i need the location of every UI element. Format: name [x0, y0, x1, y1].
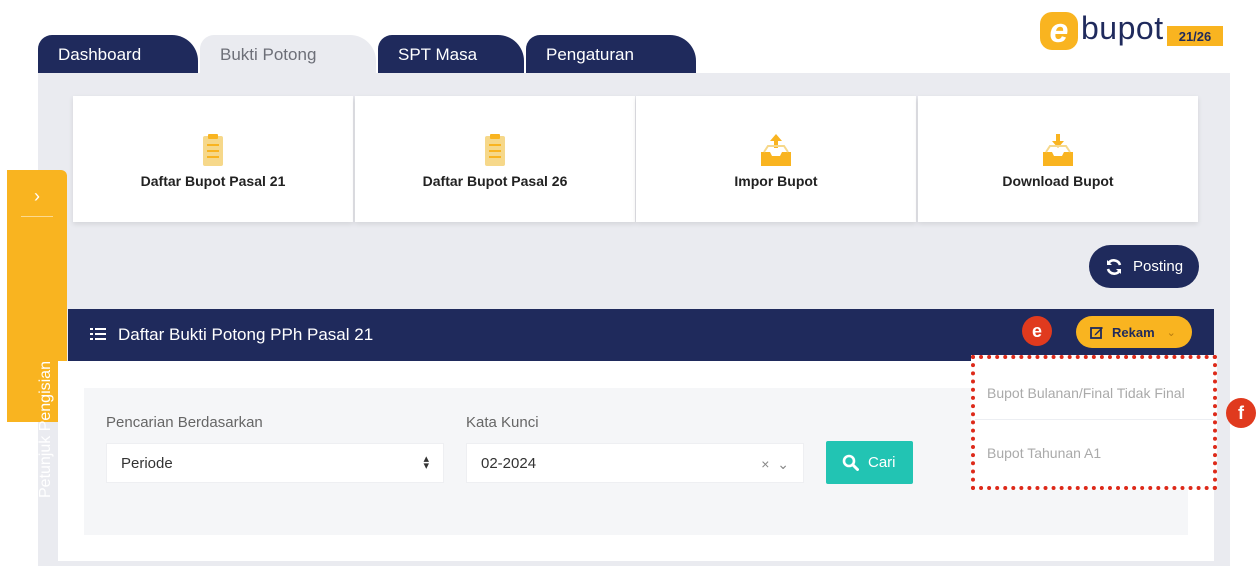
- menu-item-bupot-bulanan[interactable]: Bupot Bulanan/Final Tidak Final: [987, 385, 1185, 401]
- divider: [21, 216, 53, 217]
- card-label: Impor Bupot: [734, 173, 818, 189]
- annotation-badge-f: f: [1226, 398, 1256, 428]
- search-by-label: Pencarian Berdasarkan: [106, 414, 263, 431]
- tab-bukti-potong[interactable]: Bukti Potong: [200, 35, 376, 75]
- clear-icon[interactable]: ×: [761, 456, 769, 472]
- card-daftar-bupot-26[interactable]: Daftar Bupot Pasal 26: [355, 96, 635, 222]
- sort-arrows-icon: ▴ ▾: [423, 453, 429, 472]
- rekam-button[interactable]: Rekam ⌄: [1076, 316, 1192, 348]
- posting-button[interactable]: Posting: [1089, 245, 1199, 288]
- clipboard-icon: [203, 134, 223, 166]
- logo-mark: e: [1040, 12, 1078, 50]
- tab-spt-masa[interactable]: SPT Masa: [378, 35, 524, 75]
- refresh-icon: [1106, 258, 1122, 275]
- card-label: Download Bupot: [1002, 173, 1114, 189]
- tab-dashboard[interactable]: Dashboard: [38, 35, 198, 75]
- search-icon: [842, 454, 859, 471]
- logo-badge: 21/26: [1167, 26, 1223, 46]
- annotation-badge-e: e: [1022, 316, 1052, 346]
- posting-label: Posting: [1133, 258, 1184, 275]
- card-label: Daftar Bupot Pasal 26: [422, 173, 568, 189]
- edit-icon: [1090, 327, 1103, 339]
- keyword-controls: × ⌄: [761, 456, 789, 473]
- card-daftar-bupot-21[interactable]: Daftar Bupot Pasal 21: [73, 96, 353, 222]
- petunjuk-pengisian-label: Petunjuk Pengisian: [37, 361, 54, 498]
- card-impor-bupot[interactable]: Impor Bupot: [636, 96, 916, 222]
- keyword-value: 02-2024: [481, 454, 537, 472]
- tray-download-icon: [1043, 134, 1073, 166]
- rekam-label: Rekam: [1112, 324, 1155, 340]
- search-by-select[interactable]: Periode ▴ ▾: [106, 443, 444, 483]
- tab-label: SPT Masa: [398, 45, 478, 64]
- ebupot-logo: e bupot 21/26: [1040, 10, 1240, 54]
- tab-label: Dashboard: [58, 45, 142, 64]
- tray-upload-icon: [761, 134, 791, 166]
- rekam-dropdown-menu: Bupot Bulanan/Final Tidak Final Bupot Ta…: [971, 355, 1217, 490]
- list-icon: [90, 328, 106, 340]
- clipboard-icon: [485, 134, 505, 166]
- tab-pengaturan[interactable]: Pengaturan: [526, 35, 696, 75]
- search-button-label: Cari: [868, 454, 896, 471]
- search-button[interactable]: Cari: [826, 441, 913, 484]
- keyword-select[interactable]: 02-2024 × ⌄: [466, 443, 804, 483]
- list-title: Daftar Bukti Potong PPh Pasal 21: [118, 325, 374, 344]
- tab-label: Pengaturan: [546, 45, 634, 64]
- tab-bar: Dashboard Bukti Potong SPT Masa Pengatur…: [38, 35, 698, 75]
- logo-text: bupot: [1081, 10, 1164, 46]
- tab-label: Bukti Potong: [220, 45, 317, 64]
- card-label: Daftar Bupot Pasal 21: [140, 173, 286, 189]
- divider: [975, 419, 1213, 420]
- chevron-right-icon: ›: [34, 186, 40, 206]
- chevron-down-icon: ⌄: [1166, 326, 1176, 339]
- search-by-value: Periode: [121, 454, 173, 472]
- keyword-label: Kata Kunci: [466, 414, 539, 431]
- menu-item-bupot-tahunan[interactable]: Bupot Tahunan A1: [987, 445, 1101, 461]
- card-download-bupot[interactable]: Download Bupot: [918, 96, 1198, 222]
- chevron-down-icon[interactable]: ⌄: [777, 456, 789, 472]
